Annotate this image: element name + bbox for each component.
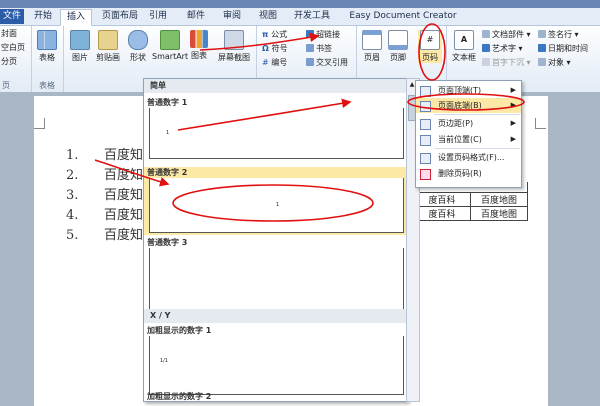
annotation-circle-page-number [418, 23, 446, 81]
annotation-arrow [177, 98, 352, 131]
annotation-arrow [199, 32, 320, 51]
annotation-overlay [94, 23, 525, 222]
annotation-arrow [94, 159, 170, 187]
annotation-circle-plain-number-2 [172, 184, 374, 222]
annotation-circle-bottom-of-page [407, 93, 525, 111]
